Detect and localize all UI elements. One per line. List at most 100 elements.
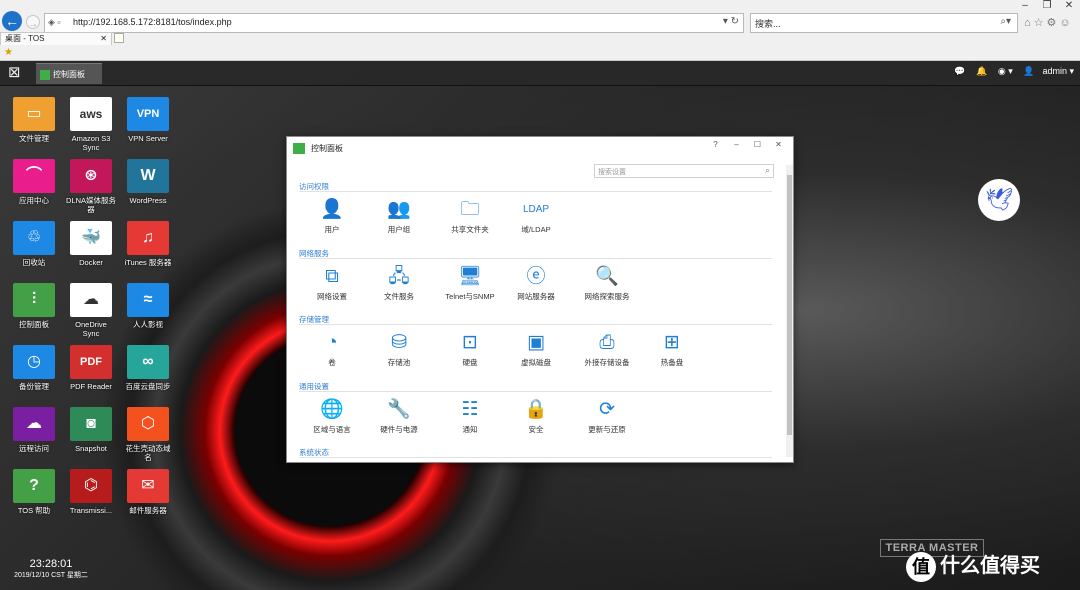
help-icon: ?	[13, 469, 55, 503]
section-divider	[299, 457, 772, 458]
desktop-icon[interactable]: 🐳 Docker	[66, 221, 116, 267]
desktop-icon-label: 文件管理	[19, 134, 49, 143]
setting-item[interactable]: 🔍 网络探索服务	[572, 264, 642, 302]
discovery-icon: 🔍	[595, 266, 619, 287]
setting-item-label: 外接存储设备	[584, 358, 630, 367]
home-icon[interactable]: ⌂	[1024, 17, 1034, 29]
setting-item-label: 网络设置	[317, 292, 347, 301]
setting-item[interactable]: ⎙ 外接存储设备	[572, 330, 642, 368]
setting-item[interactable]: 🗀 共享文件夹	[435, 197, 505, 235]
desktop-icon[interactable]: ▭ 文件管理	[9, 97, 59, 143]
section-divider	[299, 191, 772, 192]
desktop-icon[interactable]: ♫ iTunes 服务器	[123, 221, 173, 267]
forward-button[interactable]: →	[26, 15, 40, 30]
docker-icon: 🐳	[70, 221, 112, 255]
desktop-icon-label: 百度云盘同步	[125, 382, 171, 391]
minimize-icon[interactable]: –	[726, 140, 747, 149]
setting-item-label: 共享文件夹	[451, 225, 489, 234]
aws-icon: aws	[70, 97, 112, 131]
taskbar-item-label: 控制面板	[53, 70, 85, 79]
setting-item[interactable]: 🔧 硬件与电源	[364, 397, 434, 435]
setting-item[interactable]: ⓔ 网站服务器	[501, 264, 571, 302]
refresh-icon[interactable]: ▾ ↻	[723, 16, 739, 27]
desktop-icon[interactable]: ✉ 邮件服务器	[123, 469, 173, 515]
desktop-icon[interactable]: ☁ 远程访问	[9, 407, 59, 453]
search-icon[interactable]: ⌕	[765, 165, 770, 176]
taskbar-item-control-panel[interactable]: 控制面板	[36, 63, 102, 84]
setting-item[interactable]: 👥 用户组	[364, 197, 434, 235]
scrollbar-thumb[interactable]	[787, 175, 792, 435]
setting-item[interactable]: ⧉ 网络设置	[297, 264, 367, 302]
bird-widget-icon[interactable]: 🕊	[978, 179, 1020, 221]
desktop-icon[interactable]: ⬡ 花生壳动态域名	[123, 407, 173, 462]
desktop-icon[interactable]: ◙ Snapshot	[66, 407, 116, 453]
desktop-icon-label: 远程访问	[19, 444, 49, 453]
chat-icon[interactable]: 💬	[954, 66, 965, 76]
control-panel-titlebar[interactable]: 控制面板 ? – ☐ ✕	[287, 137, 793, 157]
bell-icon[interactable]: 🔔	[976, 66, 987, 76]
tab-close-icon[interactable]: ✕	[100, 33, 107, 45]
start-menu-icon[interactable]: ⊠	[8, 64, 28, 82]
setting-item-label: Telnet与SNMP	[445, 292, 495, 301]
gear-icon[interactable]: ⚙	[1047, 17, 1060, 29]
desktop-icon[interactable]: VPN VPN Server	[123, 97, 173, 143]
maximize-icon[interactable]: ☐	[747, 140, 768, 149]
setting-item[interactable]: ☷ 通知	[435, 397, 505, 435]
desktop-icon[interactable]: ⌬ Transmissi...	[66, 469, 116, 515]
search-icon[interactable]: ⌕▾	[1000, 16, 1011, 27]
address-bar[interactable]: ◈ ▫ http://192.168.5.172:8181/tos/index.…	[44, 13, 744, 33]
desktop-icon[interactable]: W WordPress	[123, 159, 173, 205]
system-tray: 💬 🔔 ◉ ▾ 👤 admin ▾	[946, 66, 1074, 77]
star-icon[interactable]: ☆	[1034, 17, 1047, 29]
setting-item[interactable]: LDAP 域/LDAP	[501, 197, 571, 235]
setting-item[interactable]: 🌐 区域与语言	[297, 397, 367, 435]
desktop-icon[interactable]: ☁ OneDrive Sync	[66, 283, 116, 338]
desktop-icon-label: TOS 帮助	[17, 506, 51, 515]
setting-item[interactable]: ⟳ 更新与还原	[572, 397, 642, 435]
control-panel-window: 控制面板 ? – ☐ ✕ 搜索设置 ⌕ 访问权限 👤 用户 👥 用户组 🗀 共享文件夹 LDAP 域/…	[286, 136, 794, 463]
setting-item[interactable]: ⊡ 硬盘	[435, 330, 505, 368]
browser-toolbar-icons: ⌂☆⚙☺	[1024, 16, 1074, 29]
help-icon[interactable]: ?	[705, 140, 726, 149]
setting-item-label: 虚拟磁盘	[521, 358, 551, 367]
setting-item[interactable]: ◔ 卷	[297, 330, 367, 368]
desktop-icon[interactable]: ⌒ 应用中心	[9, 159, 59, 205]
control-panel-icon	[293, 143, 305, 154]
setting-item[interactable]: 🖧 文件服务	[364, 264, 434, 302]
user-menu[interactable]: 👤 admin ▾	[1023, 66, 1074, 76]
scrollbar[interactable]	[786, 165, 793, 457]
close-icon[interactable]: ✕	[768, 140, 789, 149]
box-icon: ⬡	[127, 407, 169, 441]
setting-item[interactable]: ▣ 虚拟磁盘	[501, 330, 571, 368]
setting-item[interactable]: ⊞ 热备盘	[637, 330, 707, 368]
browser-tab[interactable]: 桌面 - TOS ✕	[0, 32, 112, 45]
url-text[interactable]: http://192.168.5.172:8181/tos/index.php	[73, 17, 232, 27]
setting-item[interactable]: 🖥 Telnet与SNMP	[435, 264, 505, 302]
settings-search-input[interactable]: 搜索设置 ⌕	[594, 164, 774, 178]
setting-item[interactable]: ⛁ 存储池	[364, 330, 434, 368]
desktop-icon[interactable]: ♲ 回收站	[9, 221, 59, 267]
setting-item[interactable]: 🔒 安全	[501, 397, 571, 435]
browser-search-input[interactable]: 搜索...	[755, 17, 781, 30]
notification-icon: ☷	[461, 399, 479, 420]
desktop-icon[interactable]: ? TOS 帮助	[9, 469, 59, 515]
smiley-icon[interactable]: ☺	[1059, 17, 1073, 29]
setting-item-label: 更新与还原	[588, 425, 626, 434]
desktop-icon[interactable]: ⊛ DLNA媒体服务器	[66, 159, 116, 214]
watermark-text: 什么值得买	[940, 555, 1040, 577]
control-panel-icon	[40, 69, 50, 80]
desktop-icon[interactable]: PDF PDF Reader	[66, 345, 116, 391]
desktop-icon-label: OneDrive Sync	[75, 320, 107, 338]
new-tab-button[interactable]	[114, 33, 124, 43]
back-button[interactable]: ←	[2, 11, 22, 31]
setting-item-label: 硬盘	[462, 358, 478, 367]
setting-item[interactable]: 👤 用户	[297, 197, 367, 235]
desktop-icon[interactable]: ≈ 人人影视	[123, 283, 173, 329]
desktop-icon[interactable]: aws Amazon S3 Sync	[66, 97, 116, 152]
globe-icon[interactable]: ◉ ▾	[998, 66, 1013, 76]
desktop-icon[interactable]: ⫶ 控制面板	[9, 283, 59, 329]
favorites-star-icon[interactable]: ★	[4, 47, 13, 58]
desktop-icon[interactable]: ◷ 备份管理	[9, 345, 59, 391]
browser-search-box[interactable]: 搜索... ⌕▾	[750, 13, 1018, 33]
desktop-icon[interactable]: ∞ 百度云盘同步	[123, 345, 173, 391]
